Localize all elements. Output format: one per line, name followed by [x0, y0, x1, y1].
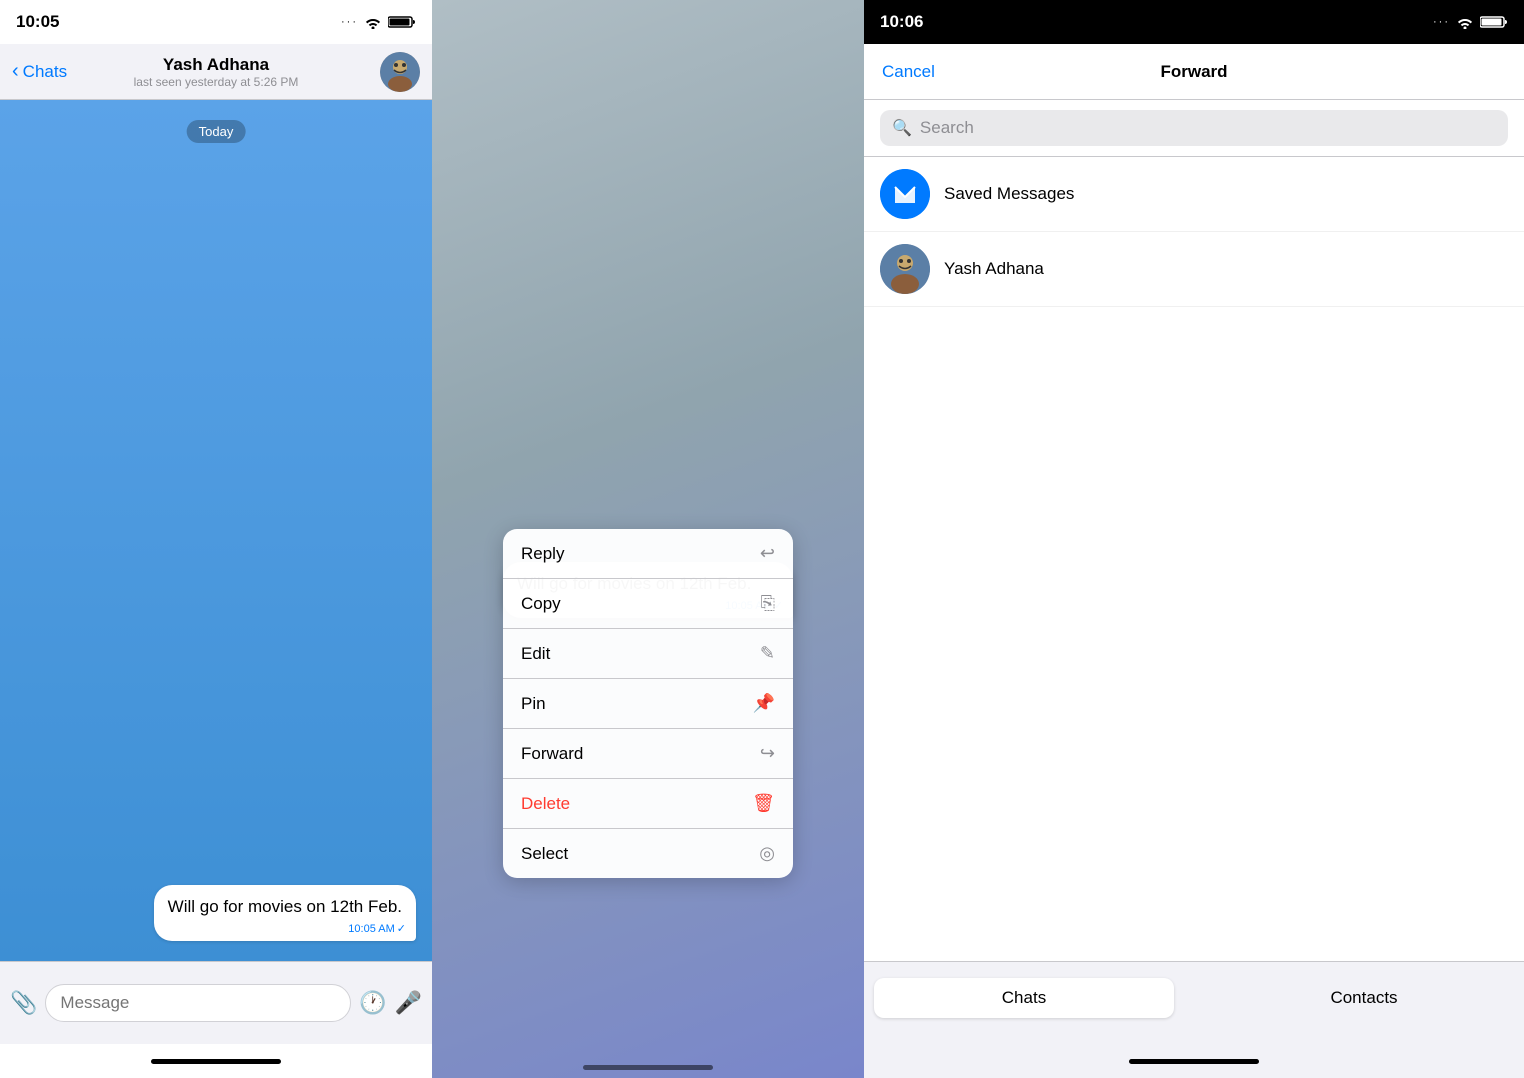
context-status-bar — [432, 0, 864, 44]
copy-label: Copy — [521, 594, 561, 614]
attachment-icon[interactable]: 📎 — [10, 990, 37, 1016]
message-text: Will go for movies on 12th Feb. — [168, 895, 402, 919]
tab-contacts[interactable]: Contacts — [1214, 978, 1514, 1018]
pin-label: Pin — [521, 694, 546, 714]
tab-chats[interactable]: Chats — [874, 978, 1174, 1018]
menu-item-pin[interactable]: Pin 📌 — [503, 679, 793, 729]
edit-label: Edit — [521, 644, 550, 664]
check-icon: ✓ — [397, 922, 406, 935]
context-home-indicator — [583, 1065, 713, 1070]
saved-messages-name: Saved Messages — [944, 184, 1074, 204]
forward-panel: 10:06 ··· Cancel Forward 🔍 Search — [864, 0, 1524, 1078]
search-icon: 🔍 — [892, 118, 912, 138]
edit-icon: ✎ — [760, 643, 775, 664]
search-placeholder: Search — [920, 118, 974, 138]
back-chevron-icon: ‹ — [12, 60, 19, 83]
battery-icon — [388, 15, 416, 29]
wifi-icon — [364, 16, 382, 29]
yash-adhana-avatar — [880, 244, 930, 294]
saved-messages-avatar — [880, 169, 930, 219]
contact-saved-messages[interactable]: Saved Messages — [864, 157, 1524, 232]
forward-status-time: 10:06 — [880, 12, 923, 32]
forward-home-bar-line — [1129, 1059, 1259, 1064]
home-indicator — [0, 1044, 432, 1078]
select-icon: ◎ — [759, 843, 775, 864]
message-input[interactable] — [45, 984, 351, 1022]
delete-icon: 🗑 — [752, 793, 775, 814]
message-bubble[interactable]: Will go for movies on 12th Feb. 10:05 AM… — [154, 885, 416, 941]
yash-adhana-name: Yash Adhana — [944, 259, 1044, 279]
last-seen: last seen yesterday at 5:26 PM — [134, 75, 299, 89]
search-bar[interactable]: 🔍 Search — [880, 110, 1508, 146]
menu-item-reply[interactable]: Reply ↩ — [503, 529, 793, 579]
menu-item-select[interactable]: Select ◎ — [503, 829, 793, 878]
select-label: Select — [521, 844, 568, 864]
reply-label: Reply — [521, 544, 564, 564]
tab-contacts-label: Contacts — [1330, 988, 1397, 1008]
input-bar: 📎 🕐 🎤 — [0, 961, 432, 1044]
chat-panel: 10:05 ··· ‹ Chats Yash Adhana last seen … — [0, 0, 432, 1078]
mic-icon[interactable]: 🎤 — [395, 990, 422, 1016]
back-label[interactable]: Chats — [23, 62, 67, 82]
copy-icon: ⎘ — [761, 593, 775, 614]
forward-nav: Cancel Forward — [864, 44, 1524, 100]
cancel-button[interactable]: Cancel — [882, 62, 935, 82]
tab-chats-label: Chats — [1002, 988, 1046, 1008]
delete-label: Delete — [521, 794, 570, 814]
sticker-icon[interactable]: 🕐 — [359, 990, 386, 1016]
reply-icon: ↩ — [760, 543, 775, 564]
contacts-list: Saved Messages Yash Adhana — [864, 157, 1524, 961]
menu-item-copy[interactable]: Copy ⎘ — [503, 579, 793, 629]
forward-status-bar: 10:06 ··· — [864, 0, 1524, 44]
forward-tab-bar: Chats Contacts — [864, 961, 1524, 1044]
forward-label: Forward — [521, 744, 583, 764]
context-menu: Reply ↩ Copy ⎘ Edit ✎ Pin 📌 Forward ↪ De… — [503, 529, 793, 878]
contact-yash-adhana[interactable]: Yash Adhana — [864, 232, 1524, 307]
search-container: 🔍 Search — [864, 100, 1524, 157]
forward-signal-icon: ··· — [1433, 16, 1450, 28]
contact-name: Yash Adhana — [134, 55, 299, 75]
forward-battery-icon — [1480, 15, 1508, 29]
message-time: 10:05 AM — [348, 923, 394, 935]
pin-icon: 📌 — [753, 693, 775, 714]
nav-center: Yash Adhana last seen yesterday at 5:26 … — [134, 55, 299, 89]
chat-background: Today Will go for movies on 12th Feb. 10… — [0, 100, 432, 961]
forward-home-indicator — [864, 1044, 1524, 1078]
status-bar: 10:05 ··· — [0, 0, 432, 44]
date-badge: Today — [187, 120, 246, 143]
signal-dots-icon: ··· — [341, 16, 358, 28]
context-menu-panel: Will go for movies on 12th Feb. 10:05 AM… — [432, 0, 864, 1078]
status-time: 10:05 — [16, 12, 59, 32]
forward-title: Forward — [1160, 62, 1227, 82]
menu-item-delete[interactable]: Delete 🗑 — [503, 779, 793, 829]
home-bar — [151, 1059, 281, 1064]
forward-icon: ↪ — [760, 743, 775, 764]
nav-bar: ‹ Chats Yash Adhana last seen yesterday … — [0, 44, 432, 100]
menu-item-forward[interactable]: Forward ↪ — [503, 729, 793, 779]
menu-item-edit[interactable]: Edit ✎ — [503, 629, 793, 679]
back-button[interactable]: ‹ Chats — [12, 60, 67, 83]
forward-wifi-icon — [1456, 16, 1474, 29]
status-icons: ··· — [341, 15, 416, 29]
forward-status-icons: ··· — [1433, 15, 1508, 29]
avatar[interactable] — [380, 52, 420, 92]
message-meta: 10:05 AM ✓ — [348, 922, 406, 935]
